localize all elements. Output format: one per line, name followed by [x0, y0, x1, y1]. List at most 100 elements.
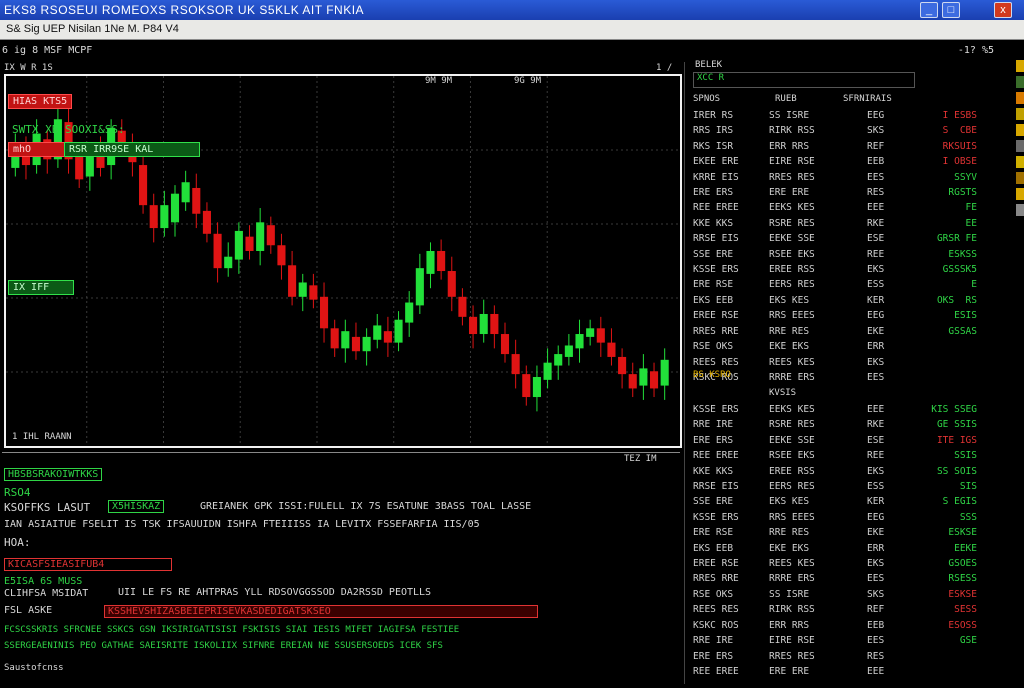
rp-cell: ERR RRS	[769, 619, 810, 631]
workspace-header: 6 ig 8 MSF MCPF -1? %5	[0, 42, 1024, 60]
rp-cell: ESS	[867, 279, 885, 291]
candle-body	[447, 271, 456, 297]
rp-cell: SS ISRE	[769, 110, 810, 121]
candle-body	[532, 376, 541, 398]
candle-body	[341, 331, 350, 349]
rp-head-3: SFRNIRAIS	[843, 94, 892, 104]
candle-body	[628, 374, 637, 389]
rp-cell: EES	[867, 635, 885, 647]
rp-cell: RKSUIS	[942, 140, 977, 152]
header-left: 6 ig 8 MSF MCPF	[2, 45, 93, 56]
rp-cell: EKS	[867, 465, 885, 477]
candle-body	[426, 250, 435, 274]
rp-cell: EEKS KES	[769, 404, 815, 415]
candle-body	[245, 236, 254, 251]
rp-cell: GE SSIS	[936, 419, 977, 431]
rp-cell: EERS RES	[769, 279, 815, 291]
rp-cell: REF	[867, 140, 885, 152]
rp-col1-b: KSSE ERS RRE IRE ERE ERS REE EREE KKE KKS RRS…	[693, 402, 739, 679]
rp-top-a: BELEK	[695, 60, 723, 70]
rp-cell: EKE EKS	[769, 542, 810, 554]
rp-cell: RSE OKS	[693, 341, 734, 353]
rp-cell: ERE ERS	[693, 650, 734, 662]
rp-cell: EKS KES	[769, 496, 810, 508]
candle-body	[85, 153, 94, 177]
header-right[interactable]: -1? %5	[958, 45, 994, 56]
rp-cell: RSEE EKS	[769, 450, 815, 462]
rp-col4: I ESBS S CBE RKSUIS I OBSE SSYV RGSTS FE EE GRSR…	[925, 108, 977, 339]
rp-cell: RRRE ERS	[769, 573, 815, 585]
close-button[interactable]: x	[994, 2, 1012, 18]
rp-cell: ESOSS	[948, 619, 977, 631]
rp-cell: EKS	[867, 264, 885, 276]
info-line8-redbar[interactable]: KSSHEVSHIZASBEIEPRISEVKASDEDIGATSKSEO	[104, 605, 538, 618]
chart-bottom-right: TEZ IM	[624, 454, 657, 464]
rp-cell: GSSSK5	[942, 264, 977, 276]
chart-toolbar-left[interactable]: IX W R 1S	[4, 63, 53, 73]
rp-cell: S CBE	[942, 125, 977, 137]
maximize-button[interactable]: □	[942, 2, 960, 18]
minimize-button[interactable]: _	[920, 2, 938, 18]
candle-body	[660, 359, 669, 386]
rp-cell: EEG	[867, 110, 885, 121]
rp-cell: ESIS	[954, 310, 977, 322]
candle-body	[543, 362, 552, 380]
rp-cell: EKE	[867, 325, 885, 337]
price-chart[interactable]: HIAS KTS5 SWTX XB SOOXI&SS: mhO RSR IRR9…	[4, 74, 682, 448]
rp-top-b[interactable]: XCC R	[697, 73, 724, 83]
chart-bottom-left: 1 IHL RAANN	[12, 432, 72, 442]
rp-cell: ESS	[867, 481, 885, 493]
rp-col1: IRER RS RRS IRS RKS ISR EKEE ERE KRRE EIS ERE…	[693, 108, 739, 385]
chart-red-tag-2: mhO	[8, 142, 66, 157]
info-footer: Saustofcnss	[4, 663, 64, 673]
rp-cell: KIS SSEG	[931, 404, 977, 415]
rp-mid-a: BS KSRO	[693, 370, 731, 380]
rp-cell: ITE IGS	[936, 434, 977, 446]
rp-cell: ERR RRS	[769, 140, 810, 152]
rp-cell: RES	[867, 187, 885, 199]
rp-cell: EREE RSS	[769, 264, 815, 276]
candle-body	[405, 302, 414, 323]
rp-col2-b: EEKS KES RSRE RES EEKE SSE RSEE EKS EREE RSS…	[769, 402, 815, 679]
rp-cell: SSS	[959, 511, 977, 523]
menu-bar-text[interactable]: S& Sig UEP Nisilan 1Ne M. P84 V4	[6, 23, 179, 35]
candle-body	[575, 334, 584, 349]
rp-cell: EKS EEB	[693, 542, 734, 554]
rp-cell: RRS EEES	[769, 310, 815, 322]
rp-head-1: SPNOS	[693, 94, 721, 104]
chart-toolbar-center-b[interactable]: 9G 9M	[514, 76, 541, 86]
chart-green-tag-2: IX IFF	[8, 280, 74, 295]
rp-cell: ERR	[867, 542, 885, 554]
candle-body	[298, 282, 307, 297]
candle-body	[170, 193, 180, 223]
chart-toolbar-center-a[interactable]: 9M 9M	[425, 76, 452, 86]
info-line7b: CLIHFSA MSIDAT	[4, 588, 89, 599]
rp-cell: KKE KKS	[693, 217, 734, 229]
rp-cell: RRE IRE	[693, 419, 734, 431]
rp-cell: REE EREE	[693, 450, 739, 462]
rp-col3-b: EEE RKE ESE REE EKS ESS KER EEG EKE ERR EKS EES SKS R…	[867, 402, 884, 679]
rp-cell: RRES RES	[769, 650, 815, 662]
window-title: EKS8 RSOSEUI ROMEOXS RSOKSOR UK S5KLK AI…	[4, 3, 365, 17]
rp-cell: RKE	[867, 419, 885, 431]
rp-cell: RRE RES	[769, 325, 810, 337]
info-line3-box: X5HISKAZ	[108, 500, 165, 513]
rp-cell: I ESBS	[942, 110, 977, 121]
rp-cell: EKS EEB	[693, 294, 734, 306]
rp-cell: OKS RS	[936, 294, 977, 306]
candle-body	[490, 313, 499, 335]
chart-toolbar-right[interactable]: 1 /	[656, 63, 672, 73]
chart-red-tag-1: HIAS KTS5	[8, 94, 73, 109]
rp-cell: RRES RRE	[693, 573, 739, 585]
candle-body	[192, 187, 201, 214]
rp-cell: RRSE EIS	[693, 481, 739, 493]
rp-cell: RIRK RSS	[769, 125, 815, 137]
rp-cell: E	[971, 279, 977, 291]
candle-body	[415, 268, 424, 306]
side-thumbnail-strip[interactable]	[1016, 60, 1024, 330]
rp-cell: RRES RES	[769, 171, 815, 183]
rp-cell: FE	[965, 202, 977, 214]
candle-body	[596, 328, 605, 343]
rp-cell: RSRE RES	[769, 217, 815, 229]
rp-cell: EREE RSS	[769, 465, 815, 477]
